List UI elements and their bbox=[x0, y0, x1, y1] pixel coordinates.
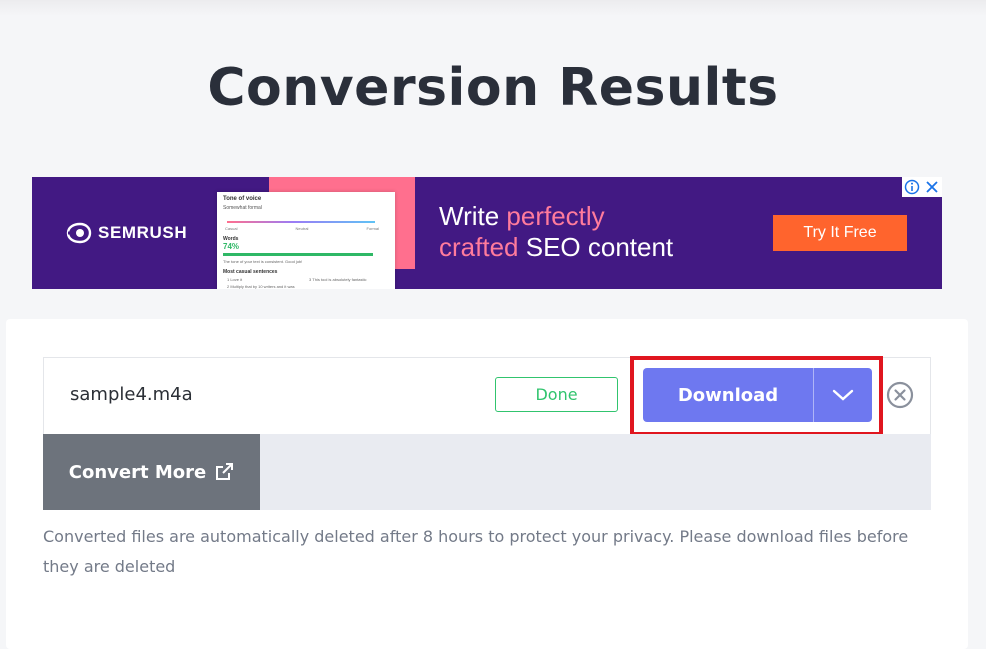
ad-headline: Write perfectly crafted SEO content bbox=[439, 201, 673, 263]
page-title: Conversion Results bbox=[207, 58, 779, 118]
ad-logo: SEMRUSH bbox=[66, 220, 187, 246]
semrush-logo-icon bbox=[66, 222, 92, 244]
ad-card-subtitle: Somewhat formal bbox=[223, 205, 262, 211]
ad-card-item: 3 This tool is absolutely fantastic bbox=[309, 277, 367, 282]
ad-brand: SEMRUSH bbox=[98, 223, 188, 242]
ad-headline-highlight: crafted bbox=[439, 232, 519, 262]
file-name: sample4.m4a bbox=[70, 384, 193, 405]
ad-card-metric-note: The tone of your text is consistent. Goo… bbox=[223, 259, 303, 264]
ad-choices[interactable] bbox=[902, 177, 942, 197]
ad-card-scale-mid: Neutral bbox=[295, 226, 309, 231]
download-options-button[interactable] bbox=[814, 368, 872, 422]
convert-more-label: Convert More bbox=[68, 461, 207, 483]
ad-card-scale-left: Casual bbox=[225, 226, 238, 231]
ad-headline-text: SEO content bbox=[518, 232, 674, 262]
ad-card-title: Tone of voice bbox=[223, 196, 262, 202]
results-panel: sample4.m4a Done Download Convert More C… bbox=[6, 319, 968, 649]
ad-card-scale-labels: Casual Neutral Formal bbox=[225, 226, 379, 231]
status-badge: Done bbox=[495, 377, 618, 412]
ad-card-scale-right: Formal bbox=[366, 226, 379, 231]
ad-banner[interactable]: SEMRUSH Tone of voice Somewhat formal Ca… bbox=[32, 177, 942, 289]
ad-card-metric-bar bbox=[223, 253, 373, 256]
file-row: sample4.m4a Done Download bbox=[43, 356, 931, 436]
close-circle-icon bbox=[886, 381, 914, 409]
ad-info-icon[interactable] bbox=[904, 179, 920, 195]
ad-card-scale bbox=[227, 221, 375, 223]
ad-try-free-button[interactable]: Try It Free bbox=[773, 215, 907, 251]
ad-card-item: 1 Love it bbox=[227, 277, 243, 282]
action-bar: Convert More bbox=[43, 434, 931, 510]
privacy-notice: Converted files are automatically delete… bbox=[43, 527, 909, 576]
external-link-icon bbox=[216, 463, 234, 480]
download-button[interactable]: Download bbox=[643, 368, 813, 422]
chevron-down-icon bbox=[832, 389, 854, 401]
remove-file-button[interactable] bbox=[886, 381, 914, 409]
ad-close-icon[interactable] bbox=[924, 179, 940, 195]
ad-headline-text: Write bbox=[439, 201, 507, 231]
ad-card-metric-value: 74% bbox=[223, 242, 240, 251]
download-button-group: Download bbox=[643, 368, 872, 422]
top-header-shadow bbox=[0, 0, 986, 16]
ad-headline-highlight: perfectly bbox=[506, 201, 605, 231]
convert-more-button[interactable]: Convert More bbox=[43, 434, 260, 510]
ad-preview-card: Tone of voice Somewhat formal Casual Neu… bbox=[217, 192, 395, 289]
ad-card-item: 2 Multiply that by 10 writers and it was bbox=[227, 284, 295, 289]
ad-card-list-title: Most casual sentences bbox=[223, 269, 278, 275]
